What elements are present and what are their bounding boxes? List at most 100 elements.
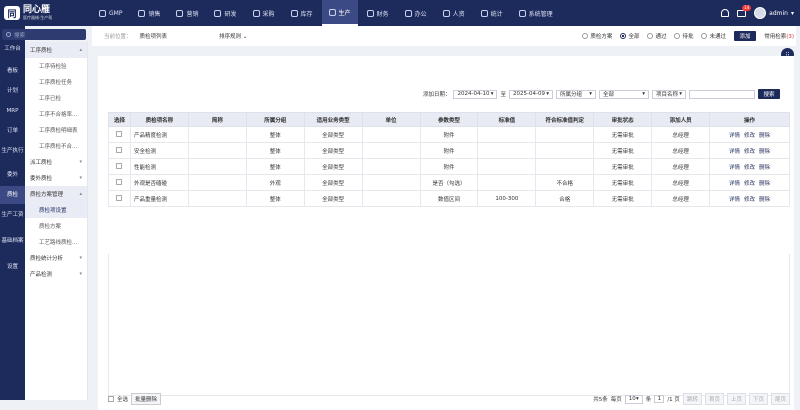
page-number-input[interactable]: 1 — [654, 395, 665, 403]
rail-item[interactable]: 生产执行 — [0, 142, 25, 160]
add-button[interactable]: 添加 — [734, 31, 756, 41]
sidebar-group-outsource-qc[interactable]: 委外质检 ▾ — [25, 170, 87, 186]
date-to-field[interactable]: 2025-04-09 ▾ — [509, 89, 553, 99]
menu-search-input[interactable]: 搜索 — [2, 29, 86, 40]
row-checkbox[interactable] — [116, 162, 123, 169]
row-checkbox[interactable] — [116, 146, 123, 153]
sort-rule-dropdown[interactable]: 排序规则 ⌄ — [219, 32, 247, 40]
message-icon[interactable]: 14 — [737, 4, 752, 17]
search-button[interactable]: 搜索 — [758, 89, 780, 99]
detail-link[interactable]: 详情 — [729, 197, 740, 203]
select-all-checkbox[interactable] — [108, 396, 114, 402]
next-page-button[interactable]: 下页 — [748, 393, 768, 405]
user-menu[interactable]: admin ▾ — [754, 7, 794, 19]
rail-item[interactable]: 工作台 — [0, 40, 25, 58]
sidebar-group-product-test[interactable]: 产品检测 ▾ — [25, 266, 87, 282]
rail-item[interactable]: MRP — [0, 102, 25, 120]
status-radio[interactable]: 待批 — [674, 32, 693, 40]
table-cell: 全部类型 — [303, 174, 363, 191]
column-header: 添加人员 — [651, 112, 711, 127]
rail-item[interactable]: 看板 — [0, 62, 25, 80]
sidebar-subitem[interactable]: 质检项设置 — [25, 202, 87, 218]
topnav-item[interactable]: 采购 — [246, 0, 282, 26]
topnav-item[interactable]: 人资 — [436, 0, 472, 26]
topnav-label: 人资 — [452, 10, 465, 18]
sidebar-subitem[interactable]: 工序已检 — [25, 90, 87, 106]
topnav-item[interactable]: 统计 — [474, 0, 510, 26]
edit-link[interactable]: 修改 — [744, 133, 755, 139]
delete-link[interactable]: 删除 — [759, 133, 770, 139]
status-radio[interactable]: 全部 — [620, 32, 639, 40]
sidebar-subitem[interactable]: 工序待检验 — [25, 58, 87, 74]
table-cell: 100-300 — [477, 190, 537, 207]
sidebar-group-dispatch-qc[interactable]: 派工质检 ▾ — [25, 154, 87, 170]
rail-item[interactable]: 生产工资 — [0, 206, 25, 224]
page-size-select[interactable]: 10 ▾ — [624, 394, 643, 404]
date-from-field[interactable]: 2024-04-10 ▾ — [453, 89, 498, 99]
sidebar-subitem[interactable]: 工艺路线质检... — [25, 234, 87, 250]
row-checkbox[interactable] — [116, 130, 123, 137]
status-radio[interactable]: 质检方案 — [582, 32, 612, 40]
topnav-item[interactable]: 系统管理 — [512, 0, 560, 26]
rail-item[interactable]: 设置 — [0, 258, 25, 276]
edit-link[interactable]: 修改 — [744, 181, 755, 187]
table-cell: 全部类型 — [303, 142, 363, 159]
bell-icon[interactable] — [721, 9, 730, 17]
first-page-button[interactable]: 首页 — [704, 393, 724, 405]
topnav-item[interactable]: 库存 — [284, 0, 320, 26]
table-cell: 全部类型 — [303, 190, 363, 207]
rail-item[interactable]: 委外 — [0, 166, 25, 184]
sidebar-group-qc-stats[interactable]: 质检统计分析 ▾ — [25, 250, 87, 266]
sidebar-subitem[interactable]: 工序质检明细表 — [25, 122, 87, 138]
table-cell: 产品重量检测 — [129, 190, 189, 207]
jump-button[interactable]: 跳转 — [682, 393, 702, 405]
sidebar-subitem[interactable]: 工序质检不合... — [25, 138, 87, 154]
delete-link[interactable]: 删除 — [759, 197, 770, 203]
delete-link[interactable]: 删除 — [759, 165, 770, 171]
sidebar-group-scheme-manage[interactable]: 质检方案管理 ▴ — [25, 186, 87, 202]
edit-link[interactable]: 修改 — [744, 197, 755, 203]
radio-label: 未通过 — [709, 34, 726, 40]
sidebar-group-process-qc[interactable]: 工序质检 ▴ — [25, 42, 87, 58]
rail-item[interactable]: 计划 — [0, 82, 25, 100]
bulk-delete-button[interactable]: 批量删除 — [131, 393, 162, 405]
rail-item[interactable]: 质检 — [0, 186, 25, 204]
row-checkbox[interactable] — [116, 194, 123, 201]
delete-link[interactable]: 删除 — [759, 181, 770, 187]
topnav-item[interactable]: 财务 — [360, 0, 396, 26]
row-checkbox[interactable] — [116, 178, 123, 185]
topnav-item[interactable]: 办公 — [398, 0, 434, 26]
scope-select[interactable]: 全部 ▾ — [599, 89, 649, 99]
delete-link[interactable]: 删除 — [759, 149, 770, 155]
edit-link[interactable]: 修改 — [744, 149, 755, 155]
topnav-item[interactable]: GMP — [92, 0, 129, 26]
rail-item[interactable]: 基础档案 — [0, 232, 25, 250]
status-radio[interactable]: 未通过 — [701, 32, 726, 40]
detail-link[interactable]: 详情 — [729, 165, 740, 171]
edit-link[interactable]: 修改 — [744, 165, 755, 171]
sidebar-subitem[interactable]: 工序不合格率... — [25, 106, 87, 122]
topnav-item[interactable]: 生产 — [321, 0, 358, 26]
last-page-button[interactable]: 尾页 — [770, 393, 790, 405]
search-placeholder: 搜索 — [14, 32, 26, 39]
sidebar-subitem[interactable]: 质检方案 — [25, 218, 87, 234]
item-name-select[interactable]: 项目名称 ▾ — [652, 89, 686, 99]
app-logo[interactable]: 同 同心雁 医疗器械·生产帮 — [0, 0, 88, 26]
keyword-input[interactable] — [689, 89, 755, 99]
topnav-item[interactable]: 营销 — [169, 0, 205, 26]
chevron-down-icon: ▾ — [589, 91, 592, 97]
detail-link[interactable]: 详情 — [729, 181, 740, 187]
rail-item[interactable]: 订单 — [0, 122, 25, 140]
topnav-item[interactable]: 研发 — [207, 0, 243, 26]
topnav-item[interactable]: 销售 — [131, 0, 167, 26]
prev-page-button[interactable]: 上页 — [726, 393, 746, 405]
detail-link[interactable]: 详情 — [729, 133, 740, 139]
sidebar-subitem[interactable]: 工序质检任务 — [25, 74, 87, 90]
group-select[interactable]: 所属分组 ▾ — [556, 89, 596, 99]
date-to-label: 至 — [500, 92, 506, 98]
status-radio[interactable]: 通过 — [647, 32, 666, 40]
common-search-link[interactable]: 常用检索(3) — [764, 32, 794, 40]
module-icon — [480, 9, 488, 17]
table-cell: 外观 — [245, 174, 305, 191]
detail-link[interactable]: 详情 — [729, 149, 740, 155]
